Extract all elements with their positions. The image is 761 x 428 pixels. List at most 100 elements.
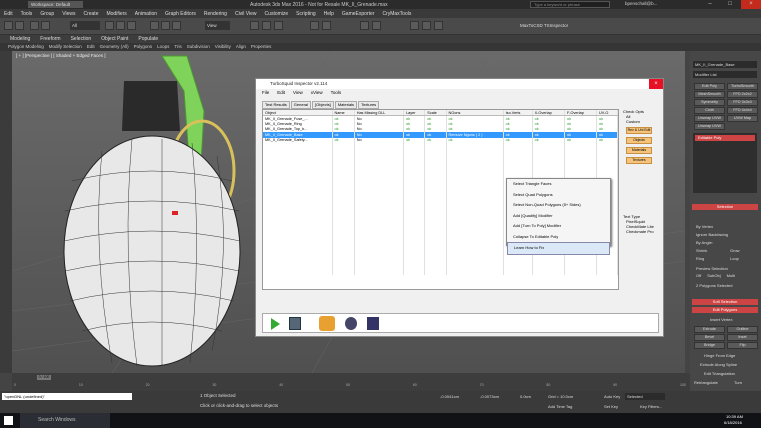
ribbon-panel-item[interactable]: Loops [157, 43, 169, 51]
modifier-button[interactable]: Unwrap UVW [694, 123, 725, 130]
selection-filter[interactable]: All [70, 21, 100, 30]
modifier-button[interactable]: Unwrap UVW [694, 115, 725, 122]
angle-snap-icon[interactable] [262, 21, 271, 30]
loop-button[interactable]: Loop [730, 256, 739, 261]
menu-item[interactable]: Group [40, 11, 54, 17]
ribbon-panel-item[interactable]: Properties [251, 43, 272, 51]
ribbon-panel-item[interactable]: Polygon Modeling [8, 43, 44, 51]
menu-item[interactable]: Views [62, 11, 75, 17]
modifier-button[interactable]: Edit Poly [694, 83, 725, 90]
modifier-button[interactable]: MeshSmooth [694, 91, 725, 98]
ref-coord-dropdown[interactable]: View [205, 21, 230, 30]
modifier-button[interactable]: TurboSmooth [727, 83, 758, 90]
scale-icon[interactable] [172, 21, 181, 30]
maximize-icon[interactable]: □ [720, 0, 740, 9]
taskbar-search[interactable]: Search Windows [20, 413, 110, 428]
shrink-button[interactable]: Shrink [696, 248, 707, 253]
turn-button[interactable]: Turn [734, 380, 742, 385]
user-label[interactable]: bpenschall@b... [625, 1, 657, 6]
ribbon-panel-item[interactable]: Geometry (All) [100, 43, 129, 51]
extrude-spline-button[interactable]: Extrude Along Spline [700, 362, 737, 367]
modifier-button[interactable]: Cloth [694, 107, 725, 114]
menu-item[interactable]: Help [324, 11, 334, 17]
menu-item[interactable]: Customize [265, 11, 289, 17]
viewport-label[interactable]: [ + ] [Perspective ] [ Shaded + Edged Fa… [16, 53, 106, 58]
menu-item[interactable]: Graph Editors [165, 11, 196, 17]
by-angle-checkbox[interactable]: By Angle: [696, 240, 713, 245]
render-setup-icon[interactable] [410, 21, 419, 30]
retriangulate-button[interactable]: Retriangulate [694, 380, 718, 385]
by-vertex-checkbox[interactable]: By Vertex [696, 224, 713, 229]
insert-vertex-button[interactable]: Insert Vertex [710, 317, 732, 322]
search-input[interactable]: Type a keyword or phrase [530, 1, 610, 8]
context-menu-item[interactable]: Select Quad Polygons [507, 190, 610, 201]
align-icon[interactable] [322, 21, 331, 30]
ribbon-panel-item[interactable]: Edit [87, 43, 95, 51]
modifier-button[interactable]: UVW Map [727, 115, 758, 122]
set-key-button[interactable]: Set Key [604, 404, 618, 409]
menu-item[interactable]: Tools [21, 11, 33, 17]
edit-poly-button[interactable]: Bridge [694, 342, 725, 349]
x-coord[interactable]: -0.0041cm [440, 394, 459, 399]
ribbon-tab[interactable]: Selection [71, 35, 92, 43]
ribbon-panel-item[interactable]: Subdivision [187, 43, 210, 51]
plugin-buttons[interactable]: MaxToCSD TSInspector [520, 23, 568, 28]
inspector-tab[interactable]: Textures [358, 101, 380, 109]
check-opt-button[interactable]: Objects [626, 137, 652, 144]
ribbon-panel-item[interactable]: Visibility [215, 43, 231, 51]
mirror-icon[interactable] [310, 21, 319, 30]
preview-radio[interactable]: SubObj [707, 273, 720, 278]
edit-poly-button[interactable]: Bevel [694, 334, 725, 341]
soft-selection-rollout[interactable]: Soft Selection [692, 299, 758, 305]
render-frame-icon[interactable] [422, 21, 431, 30]
context-menu-item[interactable]: Learn How to Fix [507, 242, 610, 255]
unlink-icon[interactable] [41, 21, 50, 30]
render-icon[interactable] [434, 21, 443, 30]
workspace-dropdown[interactable]: Workspace: Default [28, 1, 83, 8]
edit-poly-button[interactable]: Extrude [694, 326, 725, 333]
context-menu-item[interactable]: Collapse To Editable Poly [507, 232, 610, 243]
inspector-menu-item[interactable]: Edit [277, 89, 285, 97]
minimize-icon[interactable]: – [700, 0, 720, 9]
select-name-icon[interactable] [116, 21, 125, 30]
text-type-radio[interactable]: Checkmate Pro [623, 229, 659, 234]
redo-icon[interactable] [15, 21, 24, 30]
ribbon-tab[interactable]: Freeform [40, 35, 60, 43]
key-filters-button[interactable]: Key Filters... [640, 404, 662, 409]
context-menu-item[interactable]: Add [Turn To Poly] Modifier [507, 221, 610, 232]
rotate-icon[interactable] [161, 21, 170, 30]
ribbon-tab[interactable]: Modeling [10, 35, 30, 43]
rect-select-icon[interactable] [127, 21, 136, 30]
inspector-tab[interactable]: Test Results [262, 101, 290, 109]
modifier-stack[interactable]: Editable Poly [693, 133, 757, 193]
undo-icon[interactable] [4, 21, 13, 30]
edit-polygons-rollout[interactable]: Edit Polygons [692, 307, 758, 313]
auto-key-button[interactable]: Auto Key [604, 394, 620, 399]
edit-poly-button[interactable]: Inset [727, 334, 758, 341]
check-opt-radio[interactable]: Custom [623, 119, 659, 124]
percent-snap-icon[interactable] [274, 21, 283, 30]
inspector-tab[interactable]: Materials [334, 101, 358, 109]
ring-button[interactable]: Ring [696, 256, 704, 261]
context-menu-item[interactable]: Add [Quadify] Modifier [507, 211, 610, 222]
menu-item[interactable]: Edit [4, 11, 13, 17]
run-icon[interactable] [271, 318, 280, 330]
modifier-button[interactable]: FFD 2x2x2 [727, 91, 758, 98]
menu-item[interactable]: Scripting [296, 11, 315, 17]
maxscript-listener[interactable]: "openDNL (undefined)" [2, 393, 132, 400]
z-coord[interactable]: 0.0cm [520, 394, 531, 399]
inspector-menu-item[interactable]: File [262, 89, 269, 97]
preview-radio[interactable]: Off [696, 273, 701, 278]
ribbon-tab[interactable]: Populate [138, 35, 158, 43]
selection-rollout[interactable]: Selection [692, 204, 758, 210]
select-icon[interactable] [105, 21, 114, 30]
turbosquid-logo-icon[interactable] [319, 316, 335, 331]
curve-editor-icon[interactable] [360, 21, 369, 30]
check-opt-button[interactable]: Rev & Uni Edit [626, 127, 652, 134]
ribbon-panel-item[interactable]: Align [236, 43, 246, 51]
inspector-close-icon[interactable]: × [649, 79, 663, 89]
ignore-backfacing-checkbox[interactable]: Ignore Backfacing [696, 232, 728, 237]
menu-item[interactable]: Civil View [235, 11, 257, 17]
timeline[interactable]: 0 / 100 0 10 20 30 40 50 60 70 80 90 100 [12, 373, 690, 391]
inspector-tab[interactable]: [Objects] [312, 101, 334, 109]
